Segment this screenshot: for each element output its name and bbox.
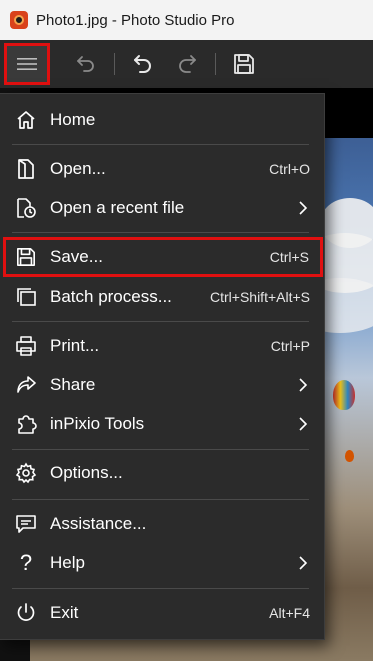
toolbar [0,40,373,88]
menu-item-help[interactable]: ? Help [0,544,324,582]
menu-item-label: Open a recent file [50,198,185,217]
menu-button[interactable] [4,43,50,85]
undo-button[interactable] [121,43,165,85]
save-icon [234,54,254,74]
open-file-icon [14,157,38,181]
menu-item-inpixio-tools[interactable]: inPixio Tools [0,405,324,443]
menu-item-label: inPixio Tools [50,414,145,433]
menu-item-shortcut: Ctrl+Shift+Alt+S [210,289,310,305]
menu-item-label: Help [50,553,85,572]
menu-divider [12,588,309,589]
menu-item-print[interactable]: Print... Ctrl+P [0,327,324,365]
menu-divider [12,144,309,145]
hamburger-icon [17,58,37,70]
menu-item-label: Options... [50,463,123,482]
redo-button[interactable] [165,43,209,85]
redo-icon [179,55,196,73]
menu-item-options[interactable]: Options... [0,454,324,492]
save-toolbar-button[interactable] [222,43,266,85]
menu-item-label: Assistance... [50,514,147,533]
menu-item-label: Home [50,110,96,129]
print-icon [14,334,38,358]
menu-item-shortcut: Ctrl+S [269,249,309,265]
menu-item-label: Print... [50,336,100,355]
batch-icon [14,285,38,309]
menu-item-label: Save... [50,247,103,266]
menu-item-shortcut: Alt+F4 [269,605,310,621]
menu-divider [12,499,309,500]
app-logo-icon [10,11,28,29]
menu-item-shortcut: Ctrl+P [270,338,310,354]
menu-divider [12,321,309,322]
menu-item-label: Open... [50,159,106,178]
undo-icon [134,55,151,73]
menu-item-label: Batch process... [50,287,172,306]
toolbar-divider [215,53,216,75]
recent-file-icon [14,196,38,220]
home-icon [14,108,38,132]
chevron-right-icon [298,555,308,571]
back-button[interactable] [64,43,108,85]
chevron-right-icon [298,416,308,432]
save-icon [14,245,38,269]
chevron-right-icon [298,377,308,393]
chat-icon [14,512,38,536]
puzzle-icon [14,412,38,436]
back-arrow-icon [77,56,94,72]
menu-item-save[interactable]: Save... Ctrl+S [3,237,323,277]
gear-icon [14,461,38,485]
window-title: Photo1.jpg - Photo Studio Pro [36,11,235,29]
main-menu: Home Open... Ctrl+O Open a recent file S… [0,93,325,640]
power-icon [14,601,38,625]
menu-item-batch-process[interactable]: Batch process... Ctrl+Shift+Alt+S [0,278,324,316]
menu-item-open[interactable]: Open... Ctrl+O [0,150,324,188]
menu-item-share[interactable]: Share [0,366,324,404]
menu-item-home[interactable]: Home [0,101,324,139]
menu-divider [12,232,309,233]
menu-item-label: Exit [50,603,79,622]
share-icon [14,373,38,397]
chevron-right-icon [298,200,308,216]
help-icon: ? [19,550,33,575]
menu-divider [12,449,309,450]
menu-item-assistance[interactable]: Assistance... [0,505,324,543]
title-bar: Photo1.jpg - Photo Studio Pro [0,0,373,41]
toolbar-divider [114,53,115,75]
menu-item-label: Share [50,375,96,394]
menu-item-exit[interactable]: Exit Alt+F4 [0,594,324,632]
menu-item-open-recent[interactable]: Open a recent file [0,189,324,227]
menu-item-shortcut: Ctrl+O [269,161,310,177]
